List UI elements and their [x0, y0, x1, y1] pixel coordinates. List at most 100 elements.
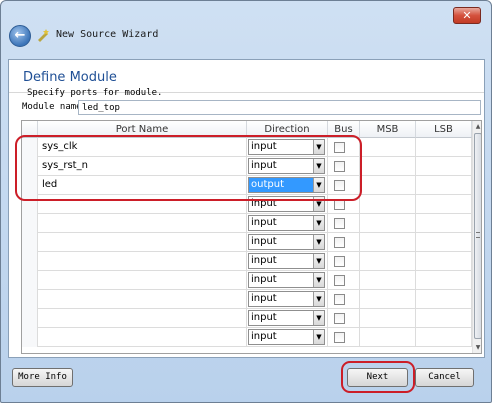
bus-cell	[328, 252, 360, 271]
bus-checkbox[interactable]	[334, 313, 345, 324]
direction-select[interactable]: input ▼	[248, 272, 325, 288]
port-name-cell[interactable]	[38, 271, 247, 290]
column-header-lsb[interactable]: LSB	[416, 121, 472, 138]
msb-cell[interactable]	[360, 233, 416, 252]
row-header[interactable]	[22, 214, 38, 233]
window-title: New Source Wizard	[56, 29, 159, 40]
table-row[interactable]: input ▼	[22, 309, 472, 328]
chevron-down-icon[interactable]: ▼	[313, 254, 324, 268]
vertical-scrollbar[interactable]: ▲ ▼	[472, 121, 481, 353]
lsb-cell[interactable]	[416, 195, 472, 214]
direction-cell: input ▼	[247, 233, 328, 252]
table-row[interactable]: input ▼	[22, 214, 472, 233]
lsb-cell[interactable]	[416, 138, 472, 157]
more-info-button[interactable]: More Info	[12, 368, 73, 387]
page-subtitle: Specify ports for module.	[27, 88, 163, 98]
chevron-down-icon[interactable]: ▼	[313, 330, 324, 344]
wizard-window: ✕ ← New Source Wizard Define Module Spec…	[0, 0, 492, 403]
direction-cell: input ▼	[247, 252, 328, 271]
chevron-down-icon[interactable]: ▼	[313, 216, 324, 230]
next-annotation-outline	[341, 361, 415, 393]
direction-value: input	[251, 217, 277, 228]
title-bar: ✕ ← New Source Wizard	[1, 1, 491, 59]
msb-cell[interactable]	[360, 328, 416, 347]
msb-cell[interactable]	[360, 214, 416, 233]
row-header[interactable]	[22, 271, 38, 290]
table-row[interactable]: input ▼	[22, 290, 472, 309]
back-arrow-icon[interactable]: ←	[9, 25, 31, 47]
port-name-cell[interactable]	[38, 214, 247, 233]
direction-select[interactable]: input ▼	[248, 310, 325, 326]
direction-cell: input ▼	[247, 290, 328, 309]
direction-select[interactable]: input ▼	[248, 291, 325, 307]
chevron-down-icon[interactable]: ▼	[313, 292, 324, 306]
msb-cell[interactable]	[360, 252, 416, 271]
direction-value: input	[251, 274, 277, 285]
port-name-cell[interactable]	[38, 290, 247, 309]
scroll-up-icon[interactable]: ▲	[473, 122, 481, 131]
msb-cell[interactable]	[360, 309, 416, 328]
direction-select[interactable]: input ▼	[248, 215, 325, 231]
row-header[interactable]	[22, 233, 38, 252]
msb-cell[interactable]	[360, 138, 416, 157]
table-row[interactable]: input ▼	[22, 233, 472, 252]
lsb-cell[interactable]	[416, 271, 472, 290]
lsb-cell[interactable]	[416, 328, 472, 347]
msb-cell[interactable]	[360, 271, 416, 290]
row-header[interactable]	[22, 328, 38, 347]
lsb-cell[interactable]	[416, 233, 472, 252]
direction-value: input	[251, 293, 277, 304]
cancel-button[interactable]: Cancel	[415, 368, 474, 387]
close-button[interactable]: ✕	[453, 7, 481, 24]
chevron-down-icon[interactable]: ▼	[313, 235, 324, 249]
scroll-thumb[interactable]	[474, 133, 481, 339]
lsb-cell[interactable]	[416, 157, 472, 176]
row-header[interactable]	[22, 252, 38, 271]
direction-select[interactable]: input ▼	[248, 234, 325, 250]
column-header-msb[interactable]: MSB	[360, 121, 416, 138]
module-name-input[interactable]: led_top	[78, 100, 481, 115]
page-heading: Define Module	[23, 70, 117, 85]
port-name-cell[interactable]	[38, 328, 247, 347]
port-name-cell[interactable]	[38, 233, 247, 252]
module-name-label: Module name	[22, 102, 82, 112]
bus-checkbox[interactable]	[334, 275, 345, 286]
direction-cell: input ▼	[247, 309, 328, 328]
lsb-cell[interactable]	[416, 290, 472, 309]
wizard-wand-icon	[38, 29, 49, 42]
row-header[interactable]	[22, 309, 38, 328]
direction-select[interactable]: input ▼	[248, 253, 325, 269]
bus-checkbox[interactable]	[334, 237, 345, 248]
msb-cell[interactable]	[360, 157, 416, 176]
chevron-down-icon[interactable]: ▼	[313, 311, 324, 325]
lsb-cell[interactable]	[416, 309, 472, 328]
lsb-cell[interactable]	[416, 214, 472, 233]
ports-annotation-outline	[15, 135, 362, 201]
port-name-cell[interactable]	[38, 252, 247, 271]
scroll-down-icon[interactable]: ▼	[473, 343, 481, 352]
table-row[interactable]: input ▼	[22, 271, 472, 290]
direction-value: input	[251, 312, 277, 323]
bus-cell	[328, 271, 360, 290]
row-header[interactable]	[22, 290, 38, 309]
msb-cell[interactable]	[360, 195, 416, 214]
lsb-cell[interactable]	[416, 252, 472, 271]
table-row[interactable]: input ▼	[22, 252, 472, 271]
bus-checkbox[interactable]	[334, 218, 345, 229]
msb-cell[interactable]	[360, 176, 416, 195]
bus-checkbox[interactable]	[334, 294, 345, 305]
chevron-down-icon[interactable]: ▼	[313, 273, 324, 287]
bus-checkbox[interactable]	[334, 332, 345, 343]
bus-checkbox[interactable]	[334, 256, 345, 267]
direction-select[interactable]: input ▼	[248, 329, 325, 345]
direction-value: input	[251, 236, 277, 247]
bus-cell	[328, 309, 360, 328]
bus-cell	[328, 233, 360, 252]
msb-cell[interactable]	[360, 290, 416, 309]
table-row[interactable]: input ▼	[22, 328, 472, 347]
lsb-cell[interactable]	[416, 176, 472, 195]
footer-bar: More Info Next Cancel	[1, 359, 491, 403]
direction-value: input	[251, 331, 277, 342]
port-name-cell[interactable]	[38, 309, 247, 328]
direction-cell: input ▼	[247, 328, 328, 347]
